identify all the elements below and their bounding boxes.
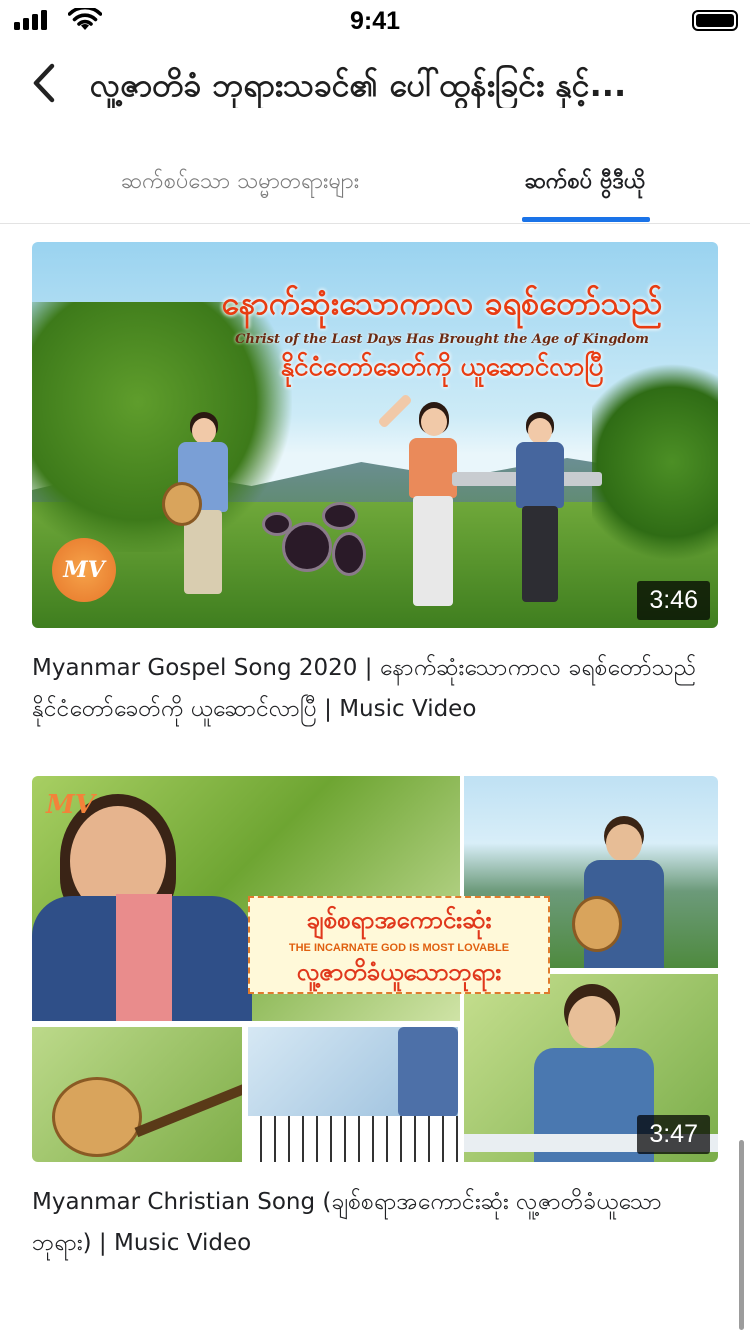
video-duration: 3:47 [637,1115,710,1154]
thumbnail-title-overlay: နောက်ဆုံးသောကာလ ခရစ်တော်သည် Christ of th… [221,284,663,382]
video-card[interactable]: ချစ်စရာအကောင်းဆုံး THE INCARNATE GOD IS … [32,776,718,1264]
drum-kit [262,492,372,582]
video-title[interactable]: Myanmar Christian Song (ချစ်စရာအကောင်းဆု… [32,1182,718,1264]
thumbnail-panel [32,1027,242,1162]
chevron-left-icon[interactable] [22,58,72,108]
app-header: လူ့ဇာတိခံ ဘုရားသခင်၏ ပေါ်ထွန်းခြင်း နှင့… [0,44,750,124]
performer-figure [162,412,232,602]
thumbnail-title-overlay: ချစ်စရာအကောင်းဆုံး THE INCARNATE GOD IS … [248,896,550,994]
tab-selected-indicator [522,217,650,222]
video-duration: 3:46 [637,581,710,620]
performer-figure [510,412,570,612]
channel-logo: MV [46,790,95,820]
status-bar: 9:41 [0,0,750,40]
channel-logo: MV [52,538,116,602]
video-title[interactable]: Myanmar Gospel Song 2020 | နောက်ဆုံးသောက… [32,648,718,730]
video-thumbnail[interactable]: ချစ်စရာအကောင်းဆုံး THE INCARNATE GOD IS … [32,776,718,1162]
battery-icon [692,10,738,31]
performer-figure [377,393,467,622]
piano-keys [248,1116,458,1162]
scrollbar[interactable] [739,1140,744,1330]
page-title: လူ့ဇာတိခံ ဘုရားသခင်၏ ပေါ်ထွန်းခြင်း နှင့… [90,66,627,104]
tab-related-truths[interactable]: ဆက်စပ်သော သမ္မာတရားများ [60,140,420,224]
tab-related-videos[interactable]: ဆက်စပ် ဗွီဒီယို [500,140,670,224]
video-card[interactable]: နောက်ဆုံးသောကာလ ခရစ်တော်သည် Christ of th… [32,242,718,730]
status-time: 9:41 [349,7,401,35]
tab-bar: ဆက်စပ်သော သမ္မာတရားများ ဆက်စပ် ဗွီဒီယို [0,140,750,224]
video-thumbnail[interactable]: နောက်ဆုံးသောကာလ ခရစ်တော်သည် Christ of th… [32,242,718,628]
